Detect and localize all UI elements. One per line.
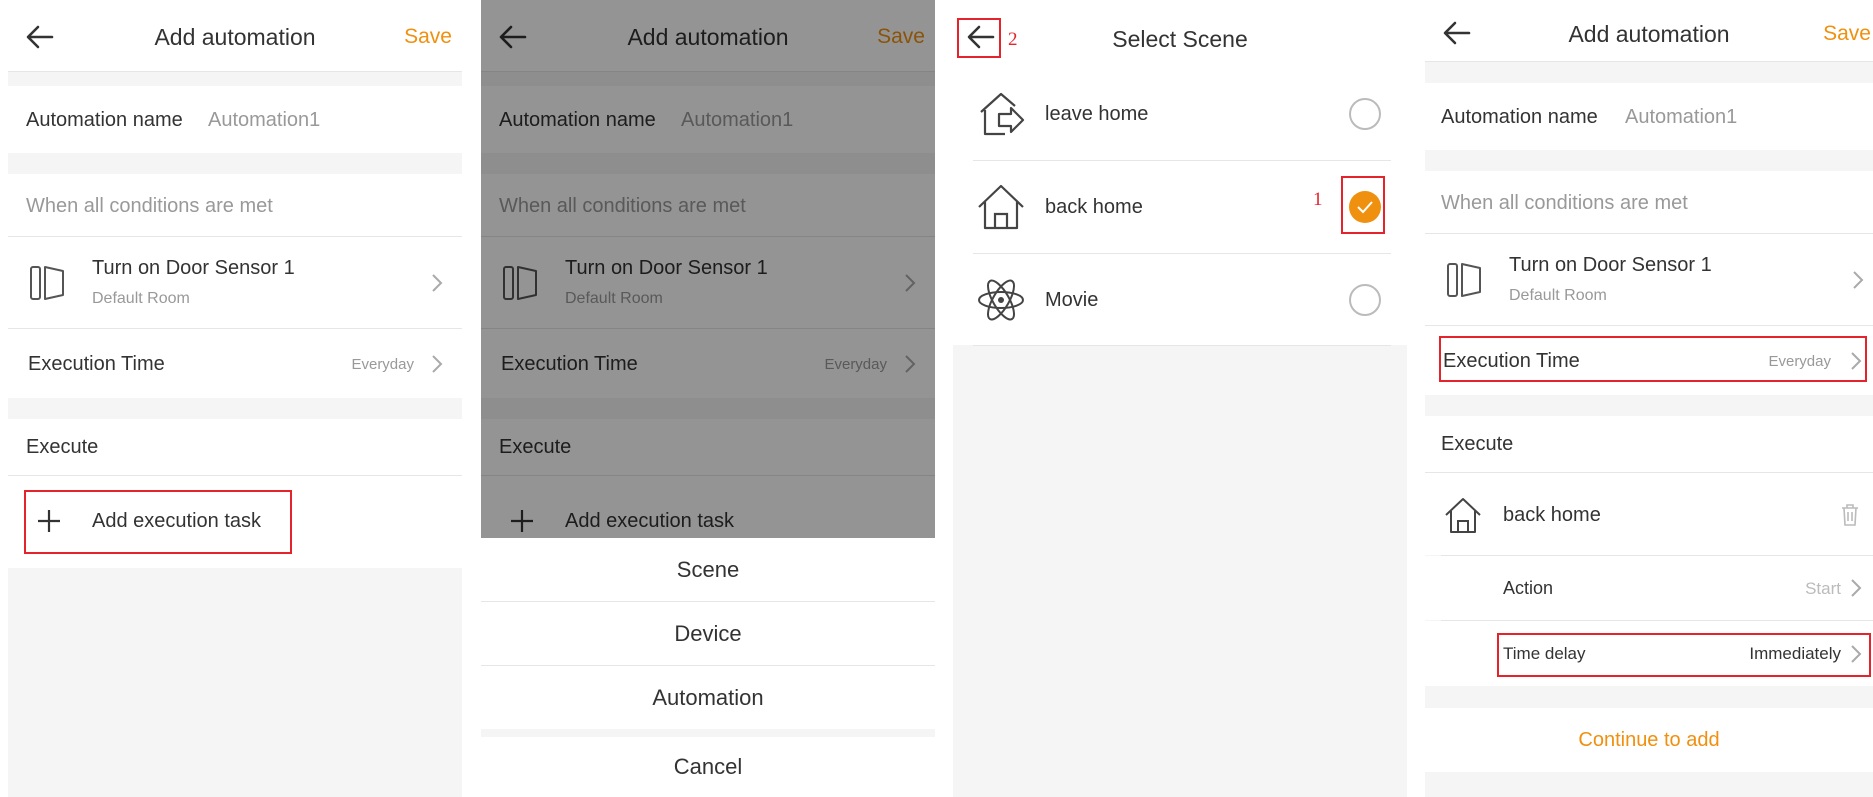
condition-row-door-sensor[interactable]: Turn on Door Sensor 1 Default Room [1425, 234, 1873, 325]
execution-time-row[interactable]: Execution Time Everyday [1425, 326, 1873, 395]
action-row[interactable]: Action Start [1425, 556, 1873, 620]
condition-room: Default Room [1509, 287, 1607, 304]
automation-name-value[interactable]: Automation1 [208, 109, 320, 132]
door-sensor-icon [30, 266, 64, 300]
modal-overlay[interactable] [481, 0, 935, 538]
conditions-header: When all conditions are met [8, 174, 462, 236]
automation-name-row[interactable]: Automation name Automation1 [1425, 83, 1873, 150]
save-button[interactable]: Save [404, 25, 452, 49]
atom-icon [978, 279, 1024, 321]
chevron-right-icon [1853, 271, 1864, 289]
screen-add-automation: Add automation Save Automation name Auto… [8, 0, 462, 797]
scene-radio[interactable] [1349, 98, 1381, 130]
condition-title: Turn on Door Sensor 1 [92, 257, 295, 279]
execute-header-label: Execute [1441, 433, 1514, 455]
chevron-right-icon [1851, 645, 1862, 663]
scene-radio[interactable] [1349, 284, 1381, 316]
sheet-cancel-button[interactable]: Cancel [481, 737, 935, 797]
chevron-right-icon [432, 355, 443, 373]
chevron-right-icon [1851, 352, 1862, 370]
save-button[interactable]: Save [1823, 22, 1871, 46]
time-delay-row[interactable]: Time delay Immediately [1425, 621, 1873, 686]
plus-icon [38, 510, 60, 532]
scene-item-movie[interactable]: Movie [953, 254, 1407, 345]
nav-bar: Add automation Save [1425, 0, 1873, 62]
chevron-right-icon [1851, 579, 1862, 597]
execute-header: Execute [1425, 416, 1873, 472]
time-delay-label: Time delay [1503, 644, 1586, 663]
sheet-option-device[interactable]: Device [481, 602, 935, 665]
chevron-right-icon [432, 274, 443, 292]
nav-bar: Add automation Save [8, 0, 462, 72]
sheet-option-automation[interactable]: Automation [481, 666, 935, 729]
scene-radio-selected[interactable] [1349, 191, 1381, 223]
nav-bar: 2 Select Scene [953, 0, 1407, 72]
scene-name: leave home [1045, 103, 1149, 125]
conditions-header: When all conditions are met [1425, 171, 1873, 233]
execution-time-value: Everyday [1768, 353, 1831, 370]
page-title: Add automation [1568, 21, 1730, 47]
continue-row[interactable]: Continue to add [1425, 708, 1873, 772]
step-number: 1 [1313, 189, 1323, 210]
leave-home-icon [980, 92, 1025, 136]
execution-time-label: Execution Time [1443, 350, 1580, 372]
home-icon [1445, 498, 1481, 533]
automation-name-row[interactable]: Automation name Automation1 [8, 86, 462, 153]
checkmark-icon [1357, 201, 1373, 214]
execution-time-row[interactable]: Execution Time Everyday [8, 329, 462, 398]
condition-room: Default Room [92, 290, 190, 307]
screen-add-task-sheet: Add automation Save Automation name Auto… [481, 0, 935, 797]
scene-name: back home [1045, 196, 1143, 218]
condition-title: Turn on Door Sensor 1 [1509, 254, 1712, 276]
condition-row-door-sensor[interactable]: Turn on Door Sensor 1 Default Room [8, 237, 462, 328]
execution-time-label: Execution Time [28, 353, 165, 375]
scene-item-back-home[interactable]: back home 1 [953, 161, 1407, 253]
automation-name-label: Automation name [1441, 106, 1598, 128]
add-execution-task-button[interactable]: Add execution task [92, 510, 261, 533]
scene-item-leave-home[interactable]: leave home [953, 68, 1407, 160]
page-title: Add automation [154, 24, 316, 50]
home-icon [978, 184, 1024, 230]
conditions-header-label: When all conditions are met [1441, 192, 1688, 214]
action-label: Action [1503, 578, 1554, 598]
page-title: Select Scene [1112, 26, 1248, 52]
scene-name: Movie [1045, 289, 1099, 311]
screen-add-automation-filled: Add automation Save Automation name Auto… [1425, 0, 1873, 797]
sheet-option-scene[interactable]: Scene [481, 538, 935, 601]
add-task-row: Add execution task [8, 476, 462, 568]
execution-time-value: Everyday [351, 356, 414, 373]
automation-name-value[interactable]: Automation1 [1625, 106, 1737, 129]
conditions-header-label: When all conditions are met [26, 195, 273, 217]
automation-name-label: Automation name [26, 109, 183, 131]
task-name: back home [1503, 504, 1601, 526]
continue-to-add-button[interactable]: Continue to add [1425, 729, 1873, 752]
task-row-back-home[interactable]: back home [1425, 473, 1873, 555]
action-value: Start [1805, 579, 1841, 598]
trash-icon[interactable] [1839, 503, 1861, 527]
door-sensor-icon [1447, 263, 1481, 297]
screen-select-scene: 2 Select Scene leave home back home 1 Mo… [953, 0, 1407, 797]
execute-header: Execute [8, 419, 462, 475]
execute-header-label: Execute [26, 436, 99, 458]
time-delay-value: Immediately [1749, 644, 1841, 663]
